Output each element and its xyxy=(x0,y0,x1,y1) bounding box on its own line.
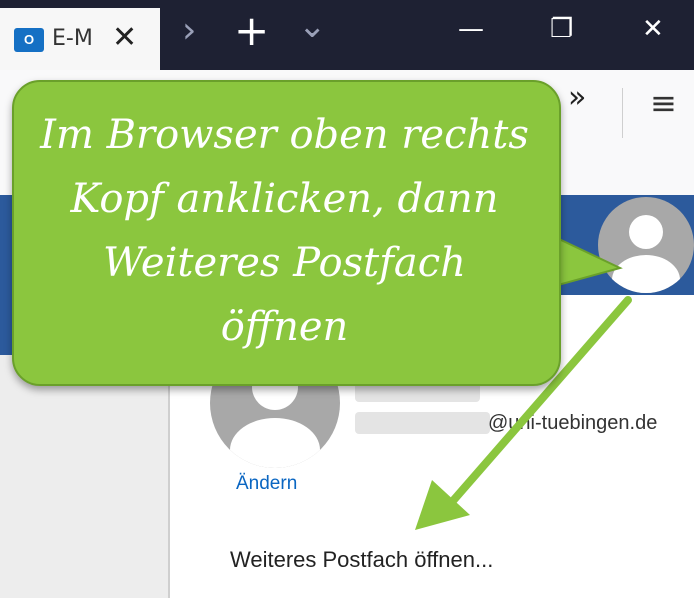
callout-text: Im Browser oben rechts Kopf anklicken, d… xyxy=(40,112,529,350)
